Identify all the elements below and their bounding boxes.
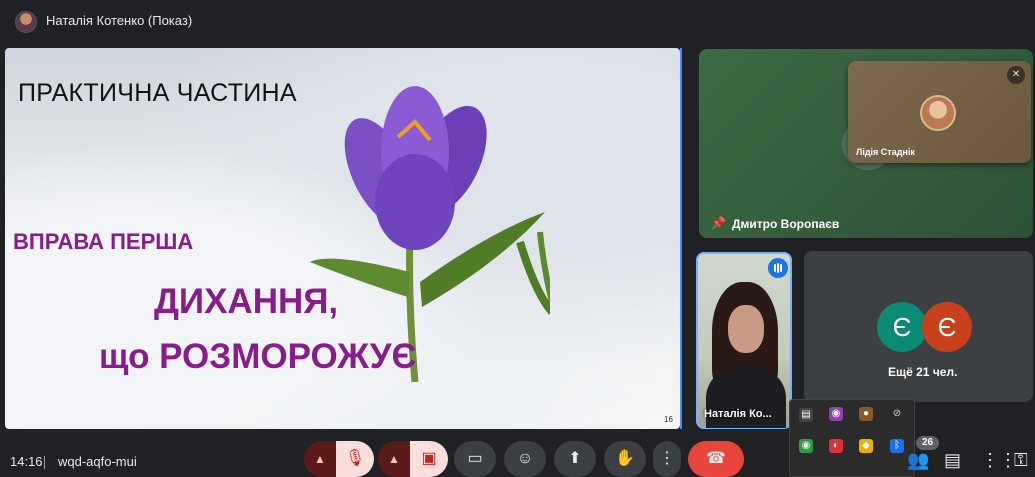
avatar: Є <box>922 302 972 352</box>
more-options-button[interactable]: ⋮ <box>653 441 681 477</box>
emoji-button[interactable]: ☺ <box>504 441 546 477</box>
present-screen-icon: ⬆ <box>568 450 582 467</box>
shield-icon[interactable]: ◆ <box>859 439 873 453</box>
camera-options-button[interactable]: ▲ <box>378 441 410 477</box>
participant-count-badge: 26 <box>916 436 940 450</box>
mic-off-icon: ✕ <box>1007 66 1025 84</box>
speaking-indicator-icon <box>768 258 788 278</box>
people-icon[interactable]: 👥 <box>907 450 929 471</box>
app-icon[interactable]: ◐ <box>829 439 843 453</box>
divider <box>44 456 45 469</box>
more-vert-icon: ⋮ <box>659 450 675 467</box>
presenter-avatar <box>15 11 37 33</box>
more-participants-count: Ещё 21 чел. <box>888 365 958 379</box>
self-video-face <box>728 305 764 353</box>
app-icon[interactable]: ◉ <box>829 407 843 421</box>
avatar <box>920 95 956 131</box>
camera-toggle-button[interactable]: ▣ <box>410 441 448 477</box>
presentation-border <box>680 48 682 429</box>
activities-icon[interactable]: ⋮⋮ <box>981 450 1017 471</box>
raise-hand-button[interactable]: ✋ <box>604 441 646 477</box>
call-end-icon: ☎ <box>706 450 726 467</box>
participant-name: Наталія Ко... <box>704 408 772 420</box>
app-icon[interactable]: ● <box>859 407 873 421</box>
slide-subheading: ВПРАВА ПЕРША <box>13 229 194 254</box>
meeting-time: 14:16 <box>10 454 43 469</box>
network-off-icon[interactable]: ⊘ <box>890 407 904 421</box>
meeting-code: wqd-aqfo-mui <box>58 454 137 469</box>
mic-toggle-button[interactable]: 🎙 <box>336 441 374 477</box>
printer-icon[interactable]: ▤ <box>799 408 813 422</box>
emoji-icon: ☺ <box>516 450 534 467</box>
captions-icon: ▭ <box>467 450 483 467</box>
lock-icon[interactable]: ⚿ <box>1014 450 1028 471</box>
slide-title-line1: ДИХАННЯ, <box>154 282 339 321</box>
avatar: Є <box>877 302 927 352</box>
bluetooth-icon[interactable]: ᛒ <box>890 439 904 453</box>
slide-title-line2: що РОЗМОРОЖУЄ <box>99 337 417 376</box>
presenter-title: Наталія Котенко (Показ) <box>46 13 193 28</box>
chat-icon[interactable]: ▤ <box>944 450 961 471</box>
slide-page-number: 16 <box>664 415 673 424</box>
raise-hand-icon: ✋ <box>615 450 635 467</box>
present-screen-button[interactable]: ⬆ <box>554 441 596 477</box>
participant-name: Дмитро Воропаєв <box>732 217 840 231</box>
camera-off-icon: ▣ <box>421 450 437 467</box>
app-icon[interactable]: ◉ <box>799 439 813 453</box>
participant-name: Лідія Стаднік <box>856 147 915 157</box>
pin-icon: 📌 <box>711 216 726 230</box>
leave-call-button[interactable]: ☎ <box>688 441 744 477</box>
mic-off-icon: 🎙 <box>344 450 366 467</box>
slide-heading: ПРАКТИЧНА ЧАСТИНА <box>18 79 297 107</box>
captions-button[interactable]: ▭ <box>454 441 496 477</box>
mic-options-button[interactable]: ▲ <box>304 441 336 477</box>
